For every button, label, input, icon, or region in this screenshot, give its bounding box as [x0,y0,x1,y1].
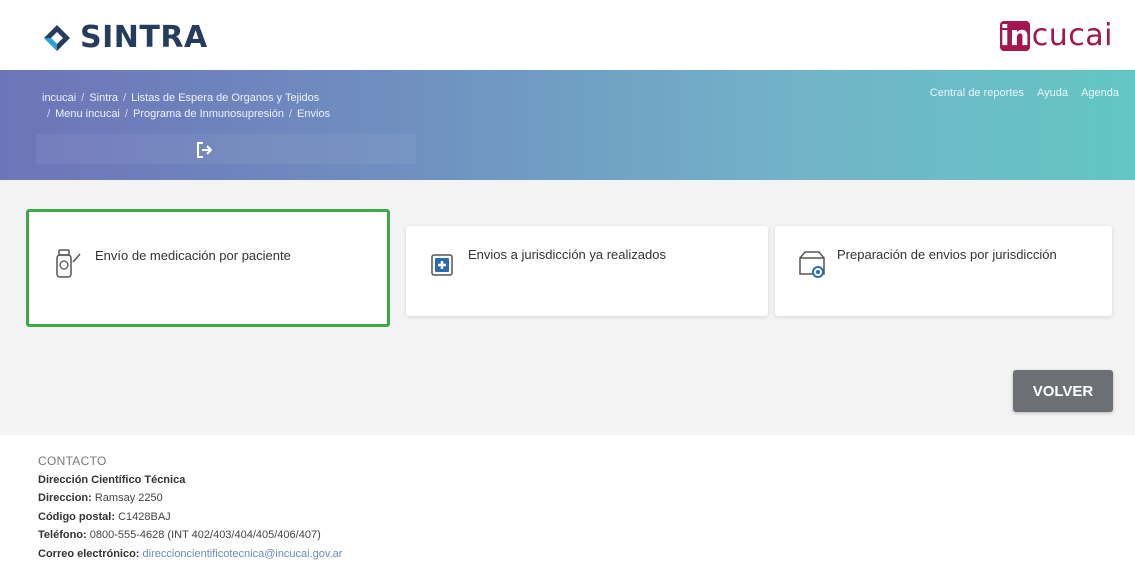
card-label: Preparación de envios por jurisdicción [837,247,1057,262]
address-value: Ramsay 2250 [94,492,163,504]
logout-icon[interactable] [194,140,214,160]
back-button[interactable]: VOLVER [1013,370,1113,412]
footer-org: Dirección Científico Técnica [38,473,186,486]
main-content: Envío de medicación por paciente Envios … [0,180,1135,435]
header-banner: incucai / Sintra / Listas de Espera de Organ… [0,70,1135,180]
breadcrumb-item: Envios [297,108,331,120]
card-label: Envío de medicación por paciente [95,248,291,263]
breadcrumb-item[interactable]: Listas de Espera de Organos y Tejidos [131,92,319,104]
postal-label: Código postal: [38,510,115,523]
postal-value: C1428BAJ [118,510,171,523]
card-shipments-done[interactable]: Envios a jurisdicción ya realizados [406,226,768,316]
card-medication-per-patient[interactable]: Envío de medicación por paciente [26,209,390,327]
sintra-logo[interactable]: SINTRA [42,20,208,55]
breadcrumb: incucai / Sintra / Listas de Espera de Organ… [42,92,331,120]
help-link[interactable]: Ayuda [1037,87,1068,99]
address-label: Direccion: [38,492,92,504]
reports-link[interactable]: Central de reportes [930,87,1024,99]
breadcrumb-item[interactable]: Sintra [89,92,118,104]
breadcrumb-item[interactable]: Programa de Inmunosupresión [133,108,284,120]
brand-name: SINTRA [80,20,208,55]
card-prepare-shipments[interactable]: Preparación de envios por jurisdicción [775,226,1112,316]
card-label: Envios a jurisdicción ya realizados [468,247,666,262]
footer-contact: CONTACTO Dirección Científico Técnica Di… [38,452,342,563]
phone-value: 0800-555-4628 (INT 402/403/404/405/406/4… [89,529,321,541]
email-label: Correo electrónico: [38,547,140,560]
incucai-logo-text: cucai [1031,18,1113,53]
email-link[interactable]: direccioncientificotecnica@incucai.gov.a… [143,548,343,560]
top-logo-bar: SINTRA in cucai [0,0,1135,70]
footer-title: CONTACTO [38,454,107,468]
package-icon [799,251,825,278]
incucai-logo[interactable]: in cucai [999,18,1113,53]
header-links: Central de reportes Ayuda Agenda [920,87,1119,99]
medical-cross-icon [431,254,453,276]
phone-label: Teléfono: [38,529,87,541]
breadcrumb-item[interactable]: Menu incucai [55,108,120,120]
sintra-logo-icon [44,24,70,51]
agenda-link[interactable]: Agenda [1081,87,1119,99]
medication-bottle-icon [56,249,81,278]
user-bar [36,134,416,164]
incucai-logo-mark: in [999,18,1030,52]
breadcrumb-item[interactable]: incucai [42,92,76,104]
